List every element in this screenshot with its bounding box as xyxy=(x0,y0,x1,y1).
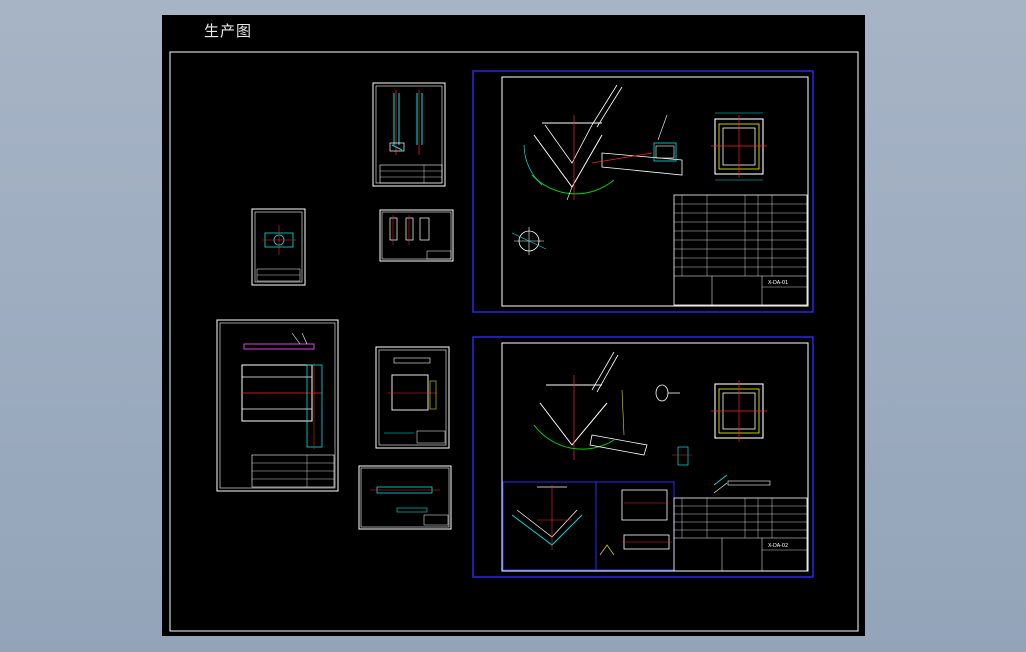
parts-list-top: X-DA-01 xyxy=(673,194,808,306)
detail-subsheet-right xyxy=(595,481,675,571)
sheet-small-flange xyxy=(251,208,306,286)
sheet-small-box xyxy=(375,346,450,449)
sheet-small-parts xyxy=(379,209,454,262)
detail-subsheet-left xyxy=(502,481,597,571)
drawing-canvas[interactable]: X-DA-01 X-DA-02 xyxy=(162,15,865,636)
sheet-small-vertical-part xyxy=(372,82,446,187)
sheet-assembly-top: X-DA-01 xyxy=(472,70,814,313)
sheet-small-shaft xyxy=(358,465,452,530)
sheet-assembly-bottom: X-DA-02 xyxy=(472,336,814,578)
title-block-label-top: X-DA-01 xyxy=(768,280,788,286)
parts-list-bottom: X-DA-02 xyxy=(673,497,808,572)
sheet-long-plate xyxy=(216,319,339,492)
title-block-label-bottom: X-DA-02 xyxy=(768,543,788,549)
cad-viewport[interactable]: 生产图 X-DA-01 X-DA-02 xyxy=(162,15,865,636)
